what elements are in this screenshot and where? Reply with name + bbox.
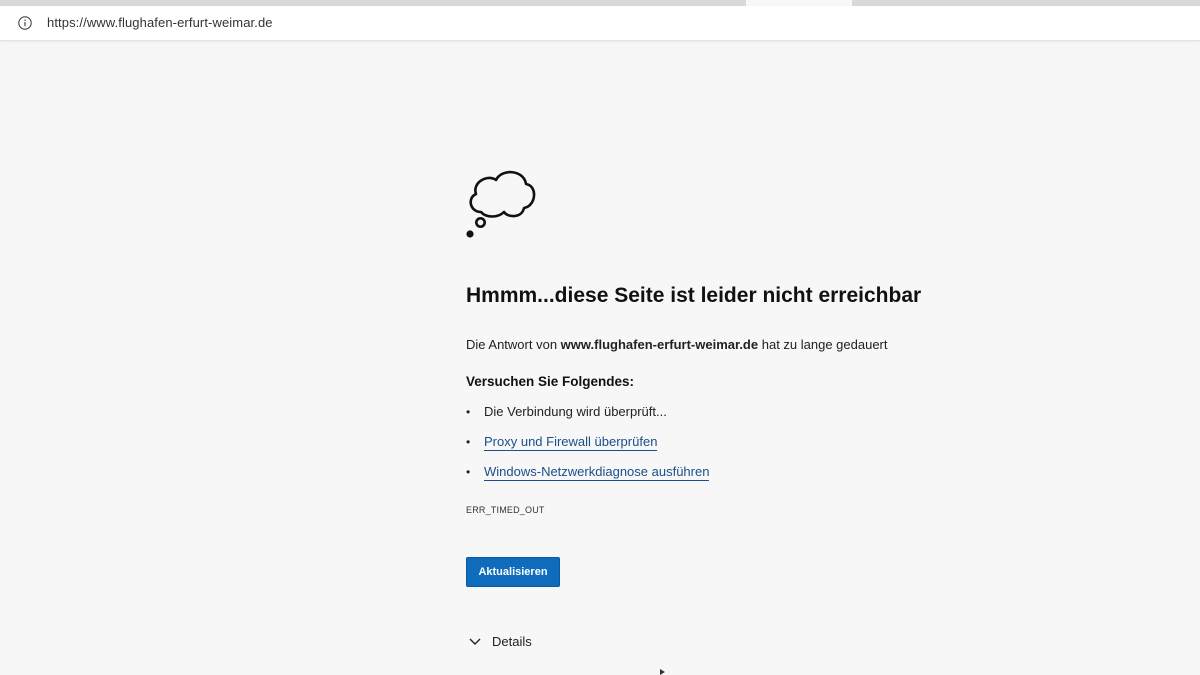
- proxy-firewall-link[interactable]: Proxy und Firewall überprüfen: [484, 434, 658, 451]
- network-diagnostics-link[interactable]: Windows-Netzwerkdiagnose ausführen: [484, 464, 710, 481]
- message-host: www.flughafen-erfurt-weimar.de: [560, 337, 759, 352]
- details-toggle[interactable]: Details: [468, 634, 532, 649]
- address-bar[interactable]: https://www.flughafen-erfurt-weimar.de: [0, 6, 1200, 41]
- bullet-icon: •: [466, 405, 471, 419]
- thought-cloud-icon: [466, 170, 536, 238]
- message-suffix: hat zu lange gedauert: [761, 337, 888, 352]
- chevron-down-icon: [469, 638, 481, 645]
- mouse-cursor-icon: [660, 669, 665, 675]
- details-label: Details: [492, 634, 532, 649]
- message-prefix: Die Antwort von: [466, 337, 558, 352]
- error-code: ERR_TIMED_OUT: [466, 505, 545, 515]
- refresh-button[interactable]: Aktualisieren: [466, 557, 560, 587]
- suggestions-heading: Versuchen Sie Folgendes:: [466, 374, 635, 389]
- info-circle-icon[interactable]: [18, 16, 32, 30]
- url-text[interactable]: https://www.flughafen-erfurt-weimar.de: [47, 15, 273, 30]
- error-message: Die Antwort von www.flughafen-erfurt-wei…: [466, 337, 888, 352]
- bullet-icon: •: [466, 465, 471, 479]
- error-heading: Hmmm...diese Seite ist leider nicht erre…: [466, 284, 922, 307]
- suggestion-checking-connection: Die Verbindung wird überprüft...: [484, 404, 667, 419]
- bullet-icon: •: [466, 435, 471, 449]
